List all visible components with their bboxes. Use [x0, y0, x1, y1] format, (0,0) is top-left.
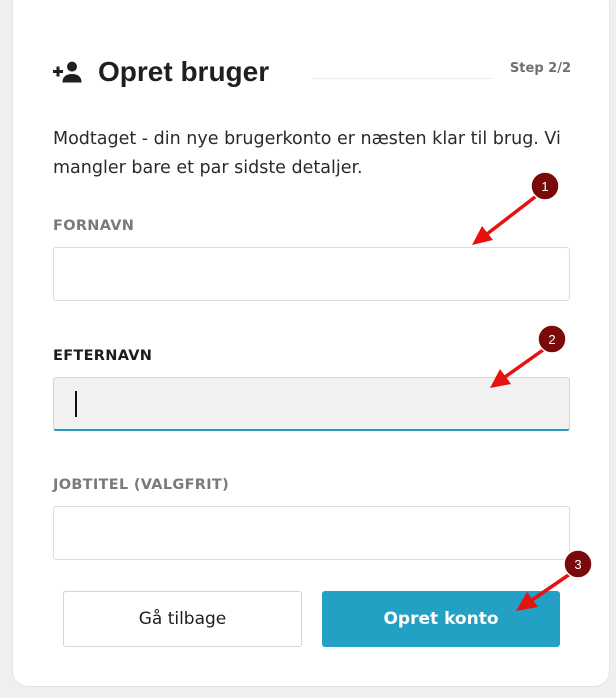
last-name-label: EFTERNAVN [53, 348, 153, 364]
card-header: Opret bruger Step 2/2 [53, 53, 571, 93]
add-user-icon [53, 61, 82, 83]
last-name-input[interactable] [53, 377, 570, 431]
step-indicator: Step 2/2 [509, 61, 571, 76]
job-title-label: JOBTITEL (VALGFRIT) [53, 477, 230, 493]
text-caret [75, 391, 77, 417]
back-button[interactable]: Gå tilbage [63, 591, 302, 647]
job-title-input[interactable] [53, 506, 570, 560]
signup-card: Opret bruger Step 2/2 Modtaget - din nye… [12, 0, 610, 687]
first-name-input[interactable] [53, 247, 570, 301]
header-divider [313, 78, 493, 79]
create-account-button[interactable]: Opret konto [322, 591, 560, 647]
first-name-label: FORNAVN [53, 218, 135, 234]
page-title: Opret bruger [98, 56, 270, 87]
intro-text: Modtaget - din nye brugerkonto er næsten… [53, 129, 561, 178]
